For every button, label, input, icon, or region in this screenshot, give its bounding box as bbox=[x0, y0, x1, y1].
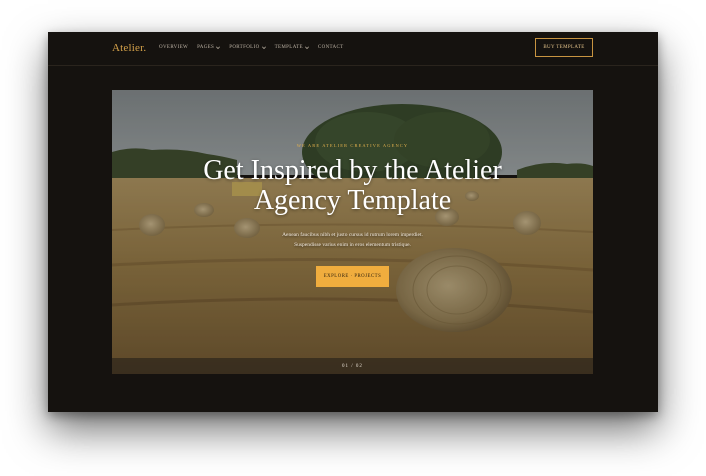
logo[interactable]: Atelier. bbox=[112, 42, 146, 54]
buy-template-button[interactable]: BUY TEMPLATE bbox=[535, 38, 593, 57]
nav-item-label: PORTFOLIO bbox=[229, 45, 260, 50]
explore-projects-button[interactable]: EXPLORE · PROJECTS bbox=[316, 266, 389, 287]
nav-item-label: OVERVIEW bbox=[159, 45, 189, 50]
browser-viewport: Atelier. OVERVIEW PAGES PORTFOLIO TEMPLA… bbox=[48, 32, 658, 412]
hero-subtitle: Aenean faucibus nibh et justo cursus id … bbox=[112, 230, 593, 250]
nav-item-label: PAGES bbox=[197, 45, 215, 50]
nav-item-overview[interactable]: OVERVIEW bbox=[159, 45, 188, 50]
chevron-down-icon bbox=[216, 44, 221, 49]
nav-item-contact[interactable]: CONTACT bbox=[318, 45, 344, 50]
hero-title-line: Get Inspired by the Atelier bbox=[203, 155, 502, 186]
chevron-down-icon bbox=[304, 44, 309, 49]
nav-item-template[interactable]: TEMPLATE bbox=[274, 44, 309, 50]
hero-subtitle-line: Suspendisse varius enim in eros elementu… bbox=[294, 242, 411, 248]
hero-eyebrow: WE ARE ATELIER CREATIVE AGENCY bbox=[296, 143, 409, 148]
hero-title-line: Agency Template bbox=[253, 185, 452, 216]
chevron-down-icon bbox=[261, 44, 266, 49]
site-header: Atelier. OVERVIEW PAGES PORTFOLIO TEMPLA… bbox=[48, 32, 658, 66]
nav-item-pages[interactable]: PAGES bbox=[197, 44, 221, 50]
slide-counter[interactable]: 01 / 02 bbox=[112, 364, 593, 369]
hero-subtitle-line: Aenean faucibus nibh et justo cursus id … bbox=[282, 232, 423, 238]
nav-item-label: TEMPLATE bbox=[274, 45, 303, 50]
main-nav: OVERVIEW PAGES PORTFOLIO TEMPLATE CONTAC… bbox=[159, 44, 344, 50]
hero-section: WE ARE ATELIER CREATIVE AGENCY Get Inspi… bbox=[112, 90, 593, 374]
nav-item-label: CONTACT bbox=[317, 45, 344, 50]
hero-title: Get Inspired by the Atelier Agency Templ… bbox=[112, 156, 593, 216]
nav-item-portfolio[interactable]: PORTFOLIO bbox=[229, 44, 266, 50]
screenshot-canvas: Atelier. OVERVIEW PAGES PORTFOLIO TEMPLA… bbox=[0, 0, 706, 476]
